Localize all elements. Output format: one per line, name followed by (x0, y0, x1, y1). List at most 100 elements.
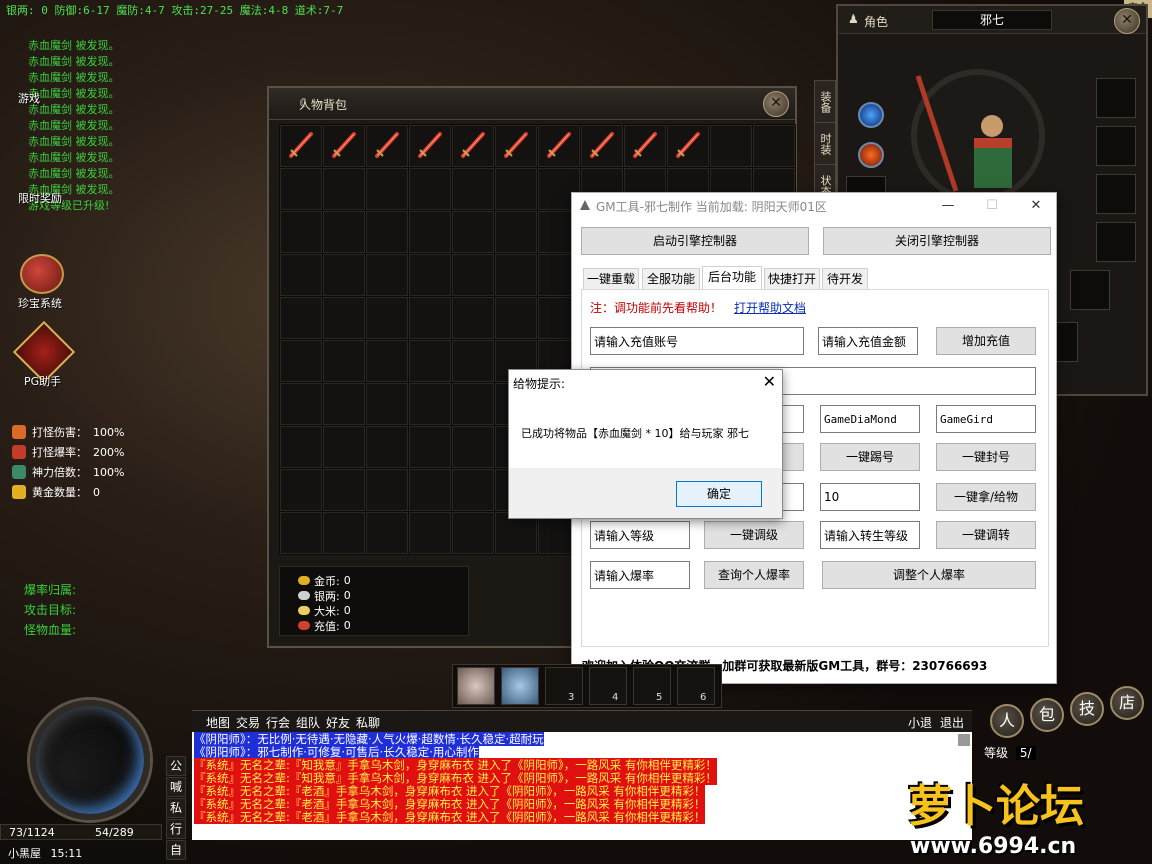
inventory-empty-slot[interactable] (280, 254, 322, 296)
channel-self[interactable]: 自 (166, 840, 186, 860)
close-icon[interactable]: ✕ (1114, 8, 1140, 34)
equip-slot[interactable] (1096, 78, 1136, 118)
inventory-item-slot[interactable] (581, 125, 623, 167)
inventory-empty-slot[interactable] (452, 383, 494, 425)
chat-tab-friends[interactable]: 好友 (326, 714, 350, 731)
kick-button[interactable]: 一键踢号 (820, 443, 920, 471)
inventory-empty-slot[interactable] (366, 340, 408, 382)
inventory-empty-slot[interactable] (323, 426, 365, 468)
inventory-empty-slot[interactable] (280, 383, 322, 425)
inventory-empty-slot[interactable] (495, 254, 537, 296)
ban-button[interactable]: 一键封号 (936, 443, 1036, 471)
recharge-account-field[interactable]: 请输入充值账号 (590, 327, 804, 355)
inventory-empty-slot[interactable] (366, 426, 408, 468)
skill-slot[interactable] (457, 667, 495, 705)
inventory-empty-slot[interactable] (452, 254, 494, 296)
equip-slot[interactable] (1096, 222, 1136, 262)
treasure-system-link[interactable]: 珍宝系统 (18, 295, 62, 311)
inventory-item-slot[interactable] (323, 125, 365, 167)
diamond-field[interactable]: GameDiaMond (820, 405, 920, 433)
close-icon[interactable]: ✕ (763, 372, 776, 391)
inventory-empty-slot[interactable] (409, 168, 451, 210)
inventory-item-slot[interactable] (409, 125, 451, 167)
inventory-empty-slot[interactable] (409, 426, 451, 468)
inventory-item-slot[interactable] (538, 125, 580, 167)
inventory-item-slot[interactable] (624, 125, 666, 167)
inventory-empty-slot[interactable] (366, 254, 408, 296)
item-quantity-field[interactable]: 10 (820, 483, 920, 511)
inventory-empty-slot[interactable] (323, 297, 365, 339)
inventory-empty-slot[interactable] (323, 211, 365, 253)
inventory-empty-slot[interactable] (280, 211, 322, 253)
inventory-empty-slot[interactable] (452, 211, 494, 253)
inventory-empty-slot[interactable] (452, 340, 494, 382)
scroll-up-icon[interactable] (958, 734, 970, 746)
inventory-empty-slot[interactable] (452, 168, 494, 210)
tab-fashion[interactable]: 时装 (814, 122, 836, 166)
inventory-item-slot[interactable] (280, 125, 322, 167)
inventory-empty-slot[interactable] (409, 340, 451, 382)
chat-tab-private[interactable]: 私聊 (356, 714, 380, 731)
skill-slot[interactable]: 6 (677, 667, 715, 705)
inventory-empty-slot[interactable] (280, 426, 322, 468)
channel-private[interactable]: 私 (166, 798, 186, 818)
inventory-empty-slot[interactable] (409, 211, 451, 253)
droprate-field[interactable]: 请输入爆率 (590, 561, 690, 589)
minimize-icon[interactable]: — (934, 196, 962, 216)
inventory-empty-slot[interactable] (409, 512, 451, 554)
tab-reload[interactable]: 一键重载 (583, 268, 639, 290)
inventory-empty-slot[interactable] (452, 426, 494, 468)
bag-button[interactable]: 包 (1030, 698, 1064, 732)
add-recharge-button[interactable]: 增加充值 (936, 327, 1036, 355)
fire-icon[interactable] (858, 142, 884, 168)
set-rebirth-button[interactable]: 一键调转 (936, 521, 1036, 549)
close-icon[interactable]: ✕ (1022, 196, 1050, 216)
inventory-empty-slot[interactable] (409, 297, 451, 339)
give-item-button[interactable]: 一键拿/给物 (936, 483, 1036, 511)
logout-small-button[interactable]: 小退 (908, 714, 932, 731)
inventory-empty-slot[interactable] (280, 512, 322, 554)
shop-button[interactable]: 店 (1110, 686, 1144, 720)
ok-button[interactable]: 确定 (676, 481, 762, 507)
inventory-empty-slot[interactable] (366, 168, 408, 210)
taiji-icon[interactable] (858, 102, 884, 128)
inventory-empty-slot[interactable] (495, 211, 537, 253)
inventory-empty-slot[interactable] (280, 340, 322, 382)
channel-shout[interactable]: 喊 (166, 777, 186, 797)
pg-helper-link[interactable]: PG助手 (24, 373, 61, 389)
chat-tab-trade[interactable]: 交易 (236, 714, 260, 731)
inventory-empty-slot[interactable] (753, 125, 795, 167)
inventory-empty-slot[interactable] (323, 340, 365, 382)
inventory-empty-slot[interactable] (323, 383, 365, 425)
inventory-empty-slot[interactable] (366, 211, 408, 253)
skill-button[interactable]: 技 (1070, 692, 1104, 726)
inventory-empty-slot[interactable] (323, 168, 365, 210)
inventory-empty-slot[interactable] (452, 469, 494, 511)
tab-server[interactable]: 全服功能 (642, 268, 700, 290)
inventory-empty-slot[interactable] (280, 168, 322, 210)
inventory-empty-slot[interactable] (495, 168, 537, 210)
tab-backend[interactable]: 后台功能 (702, 266, 762, 290)
inventory-empty-slot[interactable] (452, 512, 494, 554)
start-engine-button[interactable]: 启动引擎控制器 (581, 227, 809, 255)
inventory-empty-slot[interactable] (280, 297, 322, 339)
inventory-empty-slot[interactable] (409, 383, 451, 425)
query-droprate-button[interactable]: 查询个人爆率 (704, 561, 804, 589)
chat-tab-guild[interactable]: 行会 (266, 714, 290, 731)
adjust-droprate-button[interactable]: 调整个人爆率 (822, 561, 1036, 589)
inventory-empty-slot[interactable] (409, 254, 451, 296)
gird-field[interactable]: GameGird (936, 405, 1036, 433)
recharge-amount-field[interactable]: 请输入充值金额 (818, 327, 918, 355)
skill-slot[interactable]: 3 (545, 667, 583, 705)
inventory-item-slot[interactable] (452, 125, 494, 167)
exit-button[interactable]: 退出 (940, 714, 964, 731)
time-reward-link[interactable]: 限时奖励 (18, 190, 62, 206)
inventory-empty-slot[interactable] (323, 469, 365, 511)
inventory-empty-slot[interactable] (495, 297, 537, 339)
tab-todo[interactable]: 待开发 (822, 268, 868, 290)
character-button[interactable]: 人 (990, 704, 1024, 738)
rebirth-level-field[interactable]: 请输入转生等级 (820, 521, 920, 549)
equip-slot[interactable] (1096, 126, 1136, 166)
inventory-empty-slot[interactable] (366, 297, 408, 339)
inventory-item-slot[interactable] (495, 125, 537, 167)
